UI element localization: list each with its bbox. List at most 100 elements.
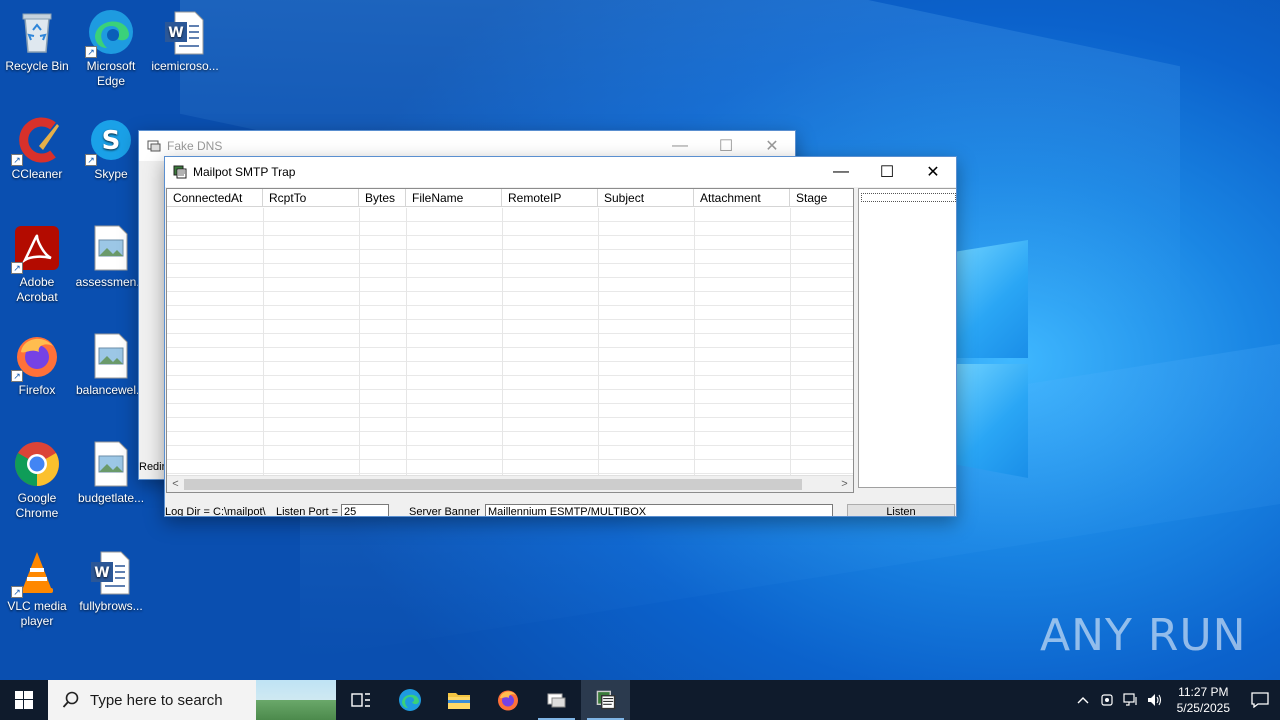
ccleaner-icon: ↗: [11, 116, 61, 166]
taskbar-file-explorer[interactable]: [434, 680, 483, 720]
svg-text:W: W: [168, 25, 183, 41]
column-header-subject[interactable]: Subject: [598, 189, 694, 206]
recycle-bin-icon: [13, 8, 61, 56]
server-banner-label: Server Banner: [409, 506, 480, 517]
desktop-icon-image-file-1[interactable]: assessmen...: [74, 224, 148, 290]
listen-button[interactable]: Listen: [847, 504, 955, 516]
desktop-icon-image-file-3[interactable]: budgetlate...: [74, 440, 148, 506]
svg-text:S: S: [102, 126, 121, 156]
mailpot-app-icon: [173, 165, 187, 179]
mailpot-title: Mailpot SMTP Trap: [193, 165, 296, 179]
scroll-right-arrow-icon[interactable]: >: [836, 476, 853, 492]
vlc-icon: ↗: [11, 548, 61, 598]
desktop-icon-label: Microsoft Edge: [86, 59, 136, 88]
fake-dns-redirect-label: Redir: [139, 461, 166, 473]
taskbar-mailpot[interactable]: [581, 680, 630, 720]
column-header-connected-at[interactable]: ConnectedAt: [167, 189, 263, 206]
image-file-icon: [87, 332, 135, 380]
edge-icon: ↗: [85, 8, 135, 58]
desktop-icon-label: Firefox: [18, 383, 56, 397]
desktop-icon-firefox[interactable]: ↗ Firefox: [0, 332, 74, 398]
desktop-icon-vlc[interactable]: ↗ VLC media player: [0, 548, 74, 629]
window-app-icon: [147, 140, 161, 152]
task-view-icon: [350, 693, 370, 707]
column-header-filename[interactable]: FileName: [406, 189, 502, 206]
desktop-icon-image-file-2[interactable]: balancewel...: [74, 332, 148, 398]
desktop-icon-label: fullybrows...: [79, 599, 143, 613]
column-header-remote-ip[interactable]: RemoteIP: [502, 189, 598, 206]
network-icon[interactable]: [1119, 680, 1143, 720]
taskbar-edge[interactable]: [385, 680, 434, 720]
word-doc-icon: W: [87, 548, 135, 596]
desktop-icon-label: Skype: [94, 167, 128, 181]
chrome-icon: [13, 440, 61, 488]
desktop-icon-word-doc-2[interactable]: W fullybrows...: [74, 548, 148, 614]
desktop-icon-edge[interactable]: ↗ Microsoft Edge: [74, 8, 148, 89]
desktop-icon-label: Adobe Acrobat: [16, 275, 58, 304]
minimize-button[interactable]: —: [818, 157, 864, 187]
word-doc-icon: W: [161, 8, 209, 56]
server-banner-input[interactable]: Maillennium ESMTP/MULTIBOX: [485, 504, 833, 516]
log-dir-label: Log Dir = C:\mailpot\: [165, 506, 266, 517]
task-view-button[interactable]: [336, 680, 385, 720]
clock-date: 5/25/2025: [1176, 701, 1230, 715]
horizontal-scrollbar[interactable]: < >: [167, 475, 853, 492]
desktop-icon-acrobat[interactable]: ↗ Adobe Acrobat: [0, 224, 74, 305]
desktop-icon-label: icemicroso...: [151, 59, 219, 73]
image-file-icon: [87, 440, 135, 488]
anyrun-watermark: ANY RUN: [1040, 610, 1247, 661]
column-header-rcpt-to[interactable]: RcptTo: [263, 189, 359, 206]
search-icon: [62, 691, 79, 708]
mailpot-titlebar[interactable]: Mailpot SMTP Trap — ☐ ✕: [165, 157, 956, 187]
listen-port-input[interactable]: 25: [341, 504, 389, 516]
system-tray: 11:27 PM 5/25/2025: [1071, 680, 1280, 720]
focus-rectangle: [861, 193, 956, 202]
desktop-icon-skype[interactable]: S ↗ Skype: [74, 116, 148, 182]
desktop-icon-label: VLC media player: [7, 599, 67, 628]
desktop-icon-word-doc-1[interactable]: W icemicroso...: [148, 8, 222, 74]
mailpot-window[interactable]: Mailpot SMTP Trap — ☐ ✕ ConnectedAt Rcpt…: [164, 156, 957, 517]
window-app-icon: [547, 693, 565, 708]
chevron-up-icon[interactable]: [1071, 680, 1095, 720]
tray-device-icon[interactable]: [1095, 680, 1119, 720]
taskbar-search-box[interactable]: Type here to search: [48, 680, 336, 720]
list-body: [167, 208, 853, 476]
taskbar: Type here to search 11:27 PM 5/25/2025: [0, 680, 1280, 720]
firefox-icon: ↗: [11, 332, 61, 382]
listen-port-label: Listen Port =: [276, 506, 339, 517]
list-header: ConnectedAt RcptTo Bytes FileName Remote…: [167, 189, 853, 207]
taskbar-clock[interactable]: 11:27 PM 5/25/2025: [1167, 684, 1240, 716]
log-list-pane[interactable]: [858, 188, 956, 488]
search-placeholder: Type here to search: [90, 691, 223, 709]
fake-dns-title: Fake DNS: [167, 139, 223, 153]
desktop-icon-label: budgetlate...: [77, 491, 145, 505]
notification-icon: [1251, 692, 1269, 708]
edge-icon: [398, 689, 421, 711]
desktop-icon-recycle-bin[interactable]: Recycle Bin: [0, 8, 74, 74]
desktop-icon-ccleaner[interactable]: ↗ CCleaner: [0, 116, 74, 182]
volume-icon[interactable]: [1143, 680, 1167, 720]
skype-icon: S ↗: [85, 116, 135, 166]
search-highlight-image: [256, 680, 336, 720]
image-file-icon: [87, 224, 135, 272]
notification-center-button[interactable]: [1240, 680, 1280, 720]
folder-icon: [447, 693, 470, 709]
desktop-icon-label: assessmen...: [75, 275, 147, 289]
start-button[interactable]: [0, 680, 48, 720]
taskbar-firefox[interactable]: [483, 680, 532, 720]
column-header-attachment[interactable]: Attachment: [694, 189, 790, 206]
firefox-icon: [497, 690, 518, 711]
column-header-stage[interactable]: Stage: [790, 189, 852, 206]
messages-list[interactable]: ConnectedAt RcptTo Bytes FileName Remote…: [166, 188, 854, 493]
taskbar-fake-dns[interactable]: [532, 680, 581, 720]
close-button[interactable]: ✕: [910, 157, 956, 187]
desktop-icon-chrome[interactable]: Google Chrome: [0, 440, 74, 521]
svg-text:W: W: [94, 565, 109, 581]
settings-bar: Log Dir = C:\mailpot\ Listen Port = 25 S…: [165, 501, 956, 517]
scroll-left-arrow-icon[interactable]: <: [167, 476, 184, 492]
column-header-bytes[interactable]: Bytes: [359, 189, 406, 206]
windows-start-icon: [15, 691, 33, 709]
maximize-button[interactable]: ☐: [864, 157, 910, 187]
desktop-icon-label: balancewel...: [75, 383, 147, 397]
scrollbar-thumb[interactable]: [184, 479, 802, 490]
